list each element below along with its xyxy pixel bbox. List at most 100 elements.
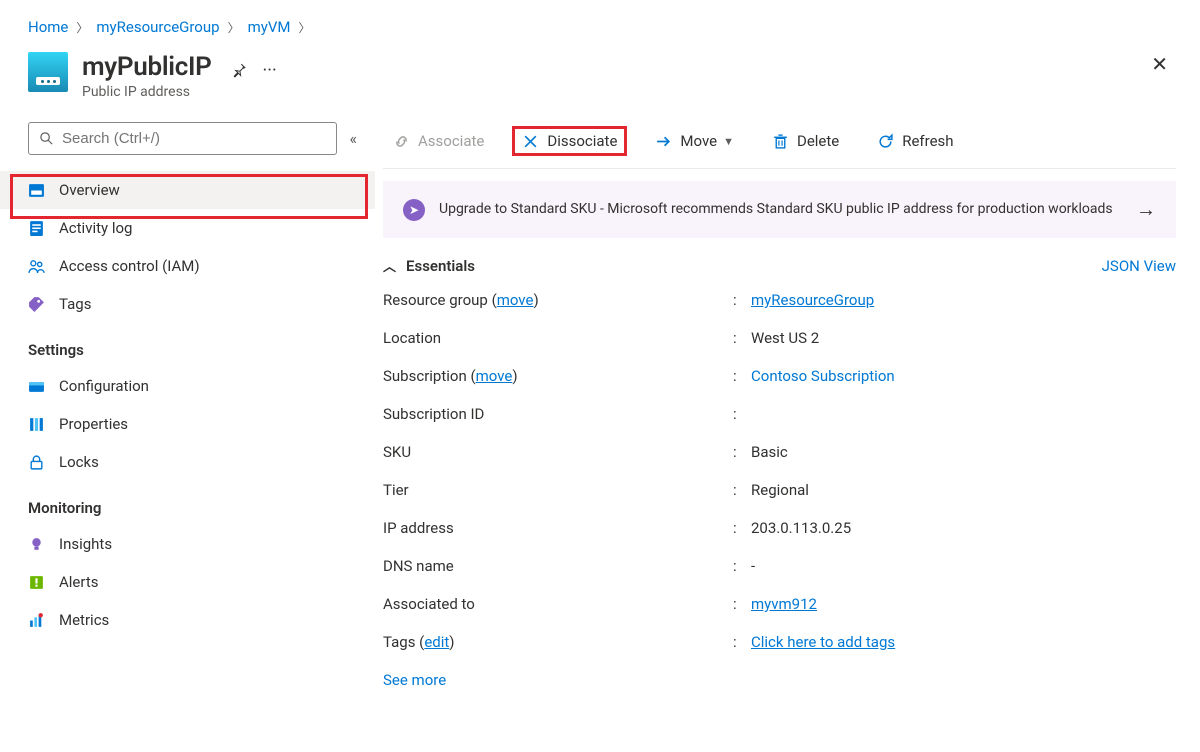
page-header: myPublicIP ··· Public IP address ✕ [0, 48, 1200, 118]
link-icon [393, 133, 410, 150]
more-icon[interactable]: ··· [263, 60, 277, 81]
sidebar-item-activity-log[interactable]: Activity log [0, 209, 375, 247]
bulb-icon [28, 536, 45, 553]
label-subscription-id: Subscription ID [383, 405, 733, 423]
button-label: Move [680, 132, 717, 150]
essentials-toggle[interactable]: ︿ Essentials [383, 256, 475, 275]
value-dns: - [751, 557, 1176, 575]
page-subtitle: Public IP address [82, 84, 277, 100]
button-label: Refresh [902, 132, 953, 150]
upgrade-banner[interactable]: ➤ Upgrade to Standard SKU - Microsoft re… [383, 181, 1176, 238]
toolbar: Associate Dissociate Move ▼ Delete Refre… [383, 122, 1176, 169]
sidebar-item-insights[interactable]: Insights [0, 525, 375, 563]
delete-button[interactable]: Delete [762, 126, 849, 156]
lock-icon [28, 454, 45, 471]
sidebar-item-metrics[interactable]: Metrics [0, 601, 375, 639]
sidebar-item-label: Locks [59, 453, 99, 471]
breadcrumb-home[interactable]: Home [28, 18, 68, 36]
sidebar-search[interactable] [28, 122, 337, 155]
sidebar-item-properties[interactable]: Properties [0, 405, 375, 443]
chevron-up-icon: ︿ [383, 256, 396, 275]
chevron-down-icon: ▼ [723, 135, 734, 148]
sidebar-item-label: Metrics [59, 611, 109, 629]
sidebar-item-label: Properties [59, 415, 128, 433]
see-more-link[interactable]: See more [383, 671, 1176, 689]
search-icon [39, 131, 54, 146]
public-ip-icon [28, 52, 68, 92]
collapse-sidebar-icon[interactable]: « [349, 129, 357, 148]
breadcrumb: Home 〉 myResourceGroup 〉 myVM 〉 [0, 0, 1200, 48]
people-icon [28, 258, 45, 275]
page-title: myPublicIP [82, 52, 212, 82]
sidebar-item-locks[interactable]: Locks [0, 443, 375, 481]
arrow-right-icon[interactable]: → [1136, 197, 1156, 222]
move-rg-link[interactable]: move [497, 291, 534, 309]
label-ip: IP address [383, 519, 733, 537]
value-subscription[interactable]: Contoso Subscription [751, 367, 895, 385]
sidebar-item-label: Tags [59, 295, 91, 313]
sidebar-item-tags[interactable]: Tags [0, 285, 375, 323]
chevron-right-icon: 〉 [298, 19, 310, 36]
value-location: West US 2 [751, 329, 1176, 347]
resource-icon [28, 182, 45, 199]
sidebar-item-label: Access control (IAM) [59, 257, 200, 275]
sidebar-item-label: Alerts [59, 573, 99, 591]
refresh-button[interactable]: Refresh [867, 126, 963, 156]
value-associated-to[interactable]: myvm912 [751, 595, 817, 613]
button-label: Dissociate [547, 132, 617, 150]
move-button[interactable]: Move ▼ [645, 126, 744, 156]
sidebar-item-configuration[interactable]: Configuration [0, 367, 375, 405]
config-icon [28, 378, 45, 395]
move-sub-link[interactable]: move [476, 367, 513, 385]
label-tier: Tier [383, 481, 733, 499]
sidebar: « Overview Activity log Access control (… [0, 118, 375, 750]
refresh-icon [877, 133, 894, 150]
sidebar-item-access-control[interactable]: Access control (IAM) [0, 247, 375, 285]
label-resource-group: Resource group (move) [383, 291, 733, 309]
sidebar-item-label: Insights [59, 535, 112, 553]
breadcrumb-rg[interactable]: myResourceGroup [96, 18, 219, 36]
value-resource-group[interactable]: myResourceGroup [751, 291, 874, 309]
sidebar-item-label: Overview [59, 181, 120, 199]
log-icon [28, 220, 45, 237]
alert-icon [28, 574, 45, 591]
button-label: Delete [797, 132, 839, 150]
essentials-section: ︿ Essentials JSON View Resource group (m… [383, 256, 1176, 689]
label-tags: Tags (edit) [383, 633, 733, 651]
value-tier: Regional [751, 481, 1176, 499]
sidebar-item-overview[interactable]: Overview [0, 171, 375, 209]
main-pane: Associate Dissociate Move ▼ Delete Refre… [375, 118, 1200, 750]
essentials-heading: Essentials [406, 257, 475, 275]
sidebar-item-alerts[interactable]: Alerts [0, 563, 375, 601]
label-sku: SKU [383, 443, 733, 461]
sidebar-item-label: Activity log [59, 219, 132, 237]
trash-icon [772, 133, 789, 150]
value-sku: Basic [751, 443, 1176, 461]
chevron-right-icon: 〉 [228, 19, 240, 36]
close-icon[interactable]: ✕ [1151, 52, 1172, 76]
value-ip: 203.0.113.0.25 [751, 519, 1176, 537]
label-location: Location [383, 329, 733, 347]
metrics-icon [28, 612, 45, 629]
pin-icon[interactable] [230, 62, 247, 79]
associate-button: Associate [383, 126, 494, 156]
label-subscription: Subscription (move) [383, 367, 733, 385]
dissociate-button[interactable]: Dissociate [512, 126, 627, 156]
arrow-right-icon [655, 133, 672, 150]
sidebar-section-settings: Settings [0, 323, 375, 367]
sidebar-item-label: Configuration [59, 377, 149, 395]
value-tags[interactable]: Click here to add tags [751, 633, 895, 651]
sidebar-section-monitoring: Monitoring [0, 481, 375, 525]
banner-text: Upgrade to Standard SKU - Microsoft reco… [439, 199, 1122, 219]
json-view-link[interactable]: JSON View [1102, 257, 1176, 275]
search-input[interactable] [62, 130, 326, 147]
breadcrumb-vm[interactable]: myVM [248, 18, 291, 36]
label-dns: DNS name [383, 557, 733, 575]
button-label: Associate [418, 132, 484, 150]
rocket-icon: ➤ [403, 199, 425, 221]
essentials-grid: Resource group (move) : myResourceGroup … [383, 291, 1176, 651]
edit-tags-link[interactable]: edit [424, 633, 449, 651]
x-icon [522, 133, 539, 150]
label-associated-to: Associated to [383, 595, 733, 613]
chevron-right-icon: 〉 [76, 19, 88, 36]
